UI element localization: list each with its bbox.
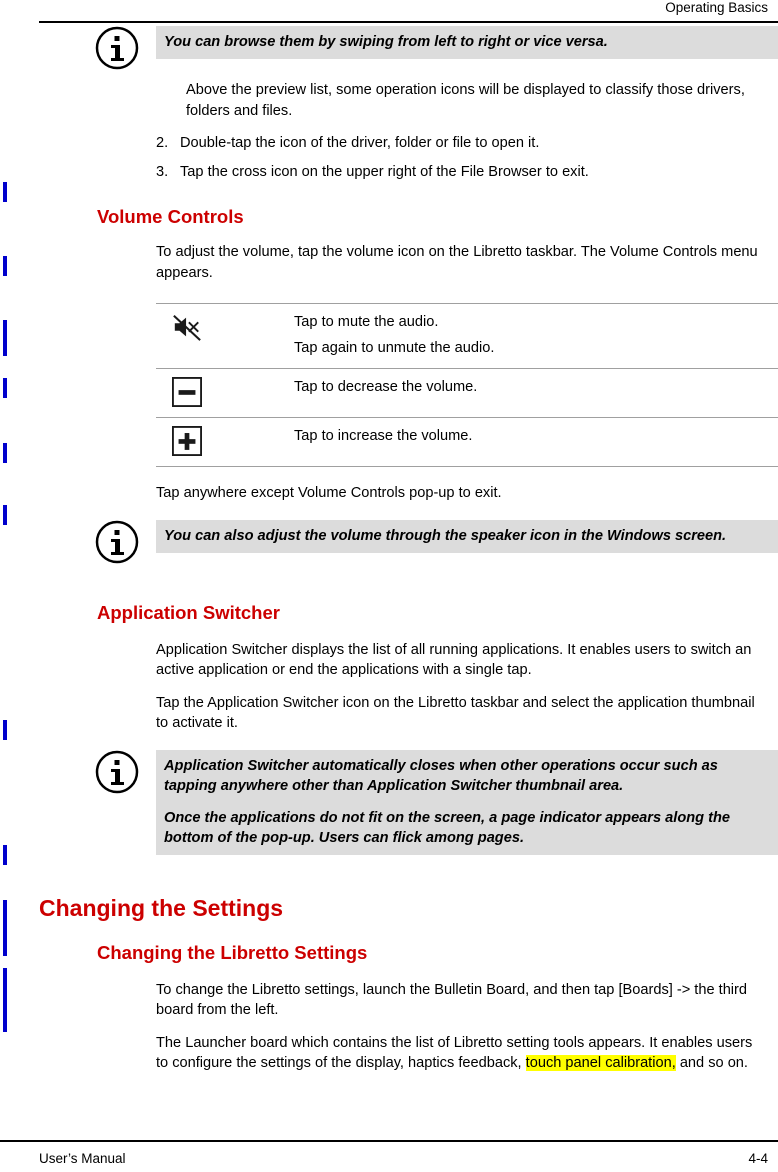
table-cell-icon <box>156 303 294 369</box>
note-line: You can also adjust the volume through t… <box>164 527 727 544</box>
note-body: You can also adjust the volume through t… <box>156 519 778 553</box>
document-page: Operating Basics You can browse them by … <box>0 0 778 1172</box>
header-rule <box>39 21 778 23</box>
note-line: You can browse them by swiping from left… <box>164 34 608 50</box>
note-box-browse: You can browse them by swiping from left… <box>95 26 778 72</box>
plus-icon <box>172 426 202 456</box>
list-item-number: 3. <box>156 163 169 180</box>
note-box-app-switcher: Application Switcher automatically close… <box>95 749 778 855</box>
list-item-text: Tap the cross icon on the upper right of… <box>180 163 589 180</box>
heading-volume-controls: Volume Controls <box>97 206 244 227</box>
footer-left-text: User’s Manual <box>39 1151 126 1166</box>
heading-changing-libretto-settings: Changing the Libretto Settings <box>97 941 368 963</box>
table-cell-line: Tap to decrease the volume. <box>294 379 478 395</box>
volume-controls-table: Tap to mute the audio. Tap again to unmu… <box>156 303 778 467</box>
table-cell-line: Tap to mute the audio. <box>294 314 439 330</box>
info-icon <box>95 750 139 793</box>
application-switcher-para-1: Application Switcher displays the list o… <box>156 641 752 679</box>
volume-controls-intro: To adjust the volume, tap the volume ico… <box>156 244 758 281</box>
table-cell-text: Tap to mute the audio. Tap again to unmu… <box>294 303 778 369</box>
list-item: 3. Tap the cross icon on the upper right… <box>156 162 748 183</box>
table-cell-line: Tap to increase the volume. <box>294 428 473 444</box>
heading-application-switcher: Application Switcher <box>97 601 280 623</box>
note-line: Once the applications do not fit on the … <box>164 809 731 846</box>
page-header: Operating Basics <box>0 0 778 23</box>
highlighted-text: touch panel calibration, <box>525 1055 676 1071</box>
footer-page-number: 4-4 <box>748 1151 768 1166</box>
application-switcher-para-2: Tap the Application Switcher icon on the… <box>156 694 755 732</box>
changing-settings-para-2: The Launcher board which contains the li… <box>156 1033 766 1074</box>
note-body: Application Switcher automatically close… <box>156 749 778 855</box>
note-line: Application Switcher automatically close… <box>164 757 718 794</box>
para-text-post: and so on. <box>675 1055 748 1071</box>
table-row: Tap to increase the volume. <box>156 417 778 467</box>
volume-controls-after-text: Tap anywhere except Volume Controls pop-… <box>156 485 502 501</box>
info-icon <box>95 520 139 563</box>
header-title: Operating Basics <box>665 0 768 15</box>
minus-icon <box>172 377 202 407</box>
table-cell-icon <box>156 417 294 467</box>
numbered-list: 2. Double-tap the icon of the driver, fo… <box>156 133 748 182</box>
intro-indent-text: Above the preview list, some operation i… <box>186 82 745 119</box>
table-cell-text: Tap to increase the volume. <box>294 417 778 467</box>
changing-settings-para-1: To change the Libretto settings, launch … <box>156 981 748 1019</box>
note-body: You can browse them by swiping from left… <box>156 26 778 59</box>
list-item-number: 2. <box>156 135 169 151</box>
footer-rule <box>0 1140 778 1142</box>
note-box-speaker: You can also adjust the volume through t… <box>95 519 778 566</box>
heading-changing-the-settings: Changing the Settings <box>39 894 284 921</box>
mute-speaker-icon <box>173 314 201 341</box>
table-row: Tap to decrease the volume. <box>156 368 778 418</box>
page-content: You can browse them by swiping from left… <box>0 26 778 1074</box>
table-cell-icon <box>156 368 294 418</box>
table-cell-text: Tap to decrease the volume. <box>294 368 778 418</box>
list-item: 2. Double-tap the icon of the driver, fo… <box>156 133 748 154</box>
table-cell-line: Tap again to unmute the audio. <box>294 339 495 356</box>
table-row: Tap to mute the audio. Tap again to unmu… <box>156 303 778 369</box>
list-item-text: Double-tap the icon of the driver, folde… <box>180 135 540 151</box>
info-icon <box>95 26 139 70</box>
